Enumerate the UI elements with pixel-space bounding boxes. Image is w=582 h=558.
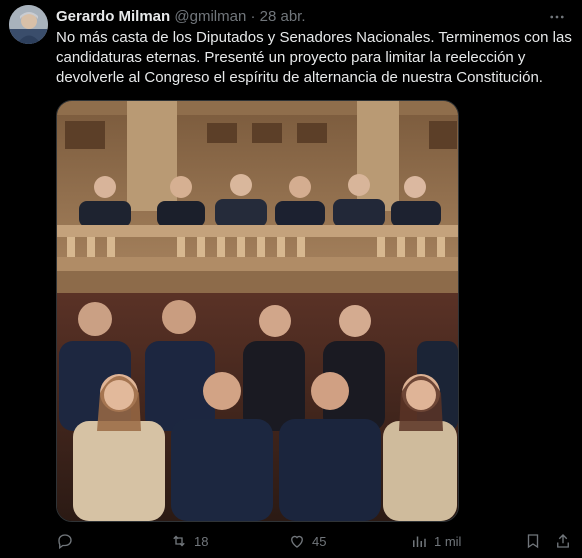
author-name[interactable]: Gerardo Milman xyxy=(56,8,170,25)
views-icon xyxy=(413,536,426,547)
bookmark-button[interactable] xyxy=(524,528,542,554)
more-icon[interactable] xyxy=(544,4,570,30)
retweet-button[interactable]: 18 xyxy=(170,528,208,554)
congress-photo xyxy=(57,101,458,521)
tweet-header: Gerardo Milman @gmilman · 28 abr. xyxy=(56,7,542,27)
views-count: 1 mil xyxy=(434,533,462,549)
like-count: 45 xyxy=(312,533,327,549)
bookmark-icon xyxy=(527,534,539,549)
avatar-photo xyxy=(9,5,48,44)
share-button[interactable] xyxy=(554,528,572,554)
tweet-text: No más casta de los Diputados y Senadore… xyxy=(56,29,572,86)
reply-button[interactable] xyxy=(56,528,80,554)
tweet-date[interactable]: 28 abr. xyxy=(260,8,306,25)
retweet-count: 18 xyxy=(194,533,209,549)
heart-icon xyxy=(291,535,303,548)
retweet-icon xyxy=(173,535,185,547)
reply-icon xyxy=(58,534,72,550)
separator: · xyxy=(250,8,256,25)
share-icon xyxy=(557,534,569,548)
tweet-image[interactable] xyxy=(56,100,459,522)
author-handle[interactable]: @gmilman xyxy=(174,8,246,25)
views-button[interactable]: 1 mil xyxy=(410,528,461,554)
action-bar: 18 45 1 mil xyxy=(56,528,572,554)
avatar[interactable] xyxy=(9,5,48,44)
like-button[interactable]: 45 xyxy=(288,528,326,554)
